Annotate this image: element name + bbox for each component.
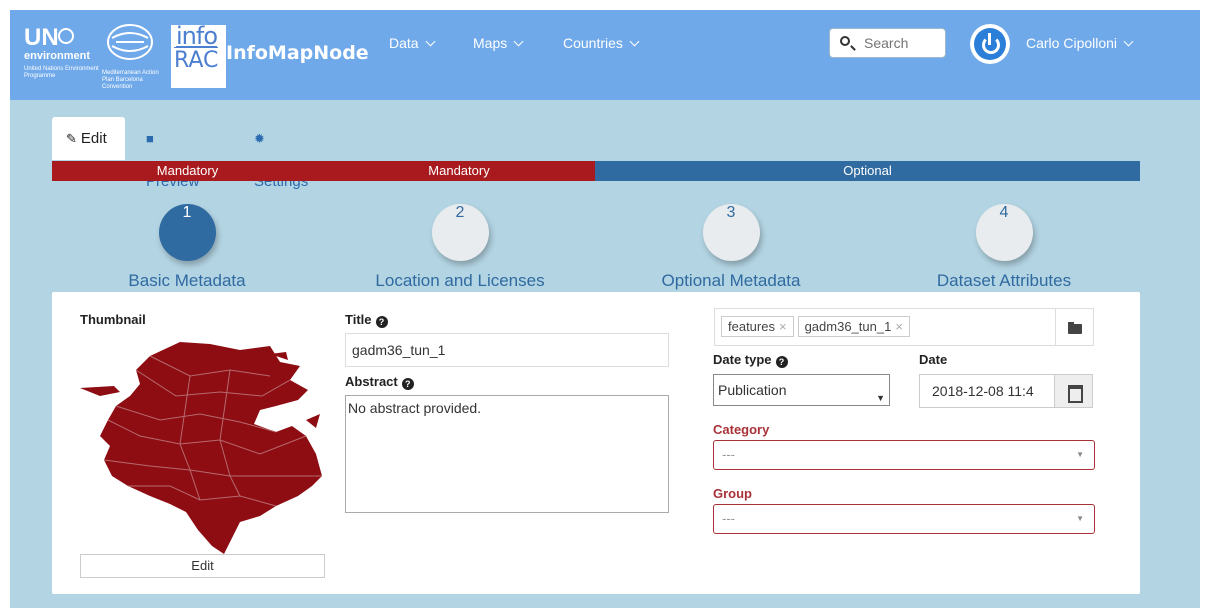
progress-segment-mandatory-1: Mandatory	[52, 161, 323, 181]
date-type-label-text: Date type	[713, 352, 772, 367]
step-location-licenses[interactable]: 2 Location and Licenses	[360, 204, 560, 291]
thumbnail-edit-button[interactable]: Edit	[80, 554, 325, 578]
chevron-down-icon	[1123, 36, 1134, 47]
map-barcelona-logo[interactable]	[104, 22, 156, 62]
abstract-label: Abstract?	[345, 374, 414, 390]
nav-maps[interactable]: Maps	[473, 35, 524, 51]
nav-data-label: Data	[389, 35, 419, 51]
environment-logo-text: environment	[24, 50, 91, 62]
keyword-tag-label: features	[728, 319, 775, 334]
tab-settings[interactable]: ✹Settings	[240, 117, 322, 190]
question-circle-icon[interactable]: ?	[775, 356, 788, 368]
step-number: 3	[702, 204, 760, 261]
tab-edit[interactable]: ✎ Edit	[52, 117, 125, 160]
category-label: Category	[713, 422, 770, 437]
un-logo-subtitle: United Nations Environment Programme	[24, 66, 99, 79]
chevron-down-icon	[629, 36, 640, 47]
pencil-icon: ✎	[66, 131, 77, 146]
un-globe-icon	[58, 28, 74, 44]
info-logo-text: info	[176, 22, 218, 50]
group-placeholder: ---	[722, 511, 735, 526]
step-dataset-attributes[interactable]: 4 Dataset Attributes	[914, 204, 1094, 291]
step-number: 4	[975, 204, 1033, 261]
date-type-value: Publication	[718, 382, 787, 398]
progress-bar: Mandatory Mandatory Optional	[52, 161, 1140, 181]
date-type-label: Date type?	[713, 352, 788, 368]
keywords-input[interactable]: features × gadm36_tun_1 ×	[714, 308, 1056, 346]
camera-icon: ■	[146, 131, 154, 146]
step-label: Location and Licenses	[375, 271, 545, 290]
step-label: Dataset Attributes	[936, 271, 1072, 290]
avatar[interactable]	[970, 24, 1010, 64]
step-label: Optional Metadata	[661, 271, 801, 290]
group-label: Group	[713, 486, 752, 501]
tab-edit-label: Edit	[80, 130, 107, 147]
category-placeholder: ---	[722, 447, 735, 462]
abstract-textarea[interactable]: No abstract provided.	[345, 395, 669, 513]
caret-down-icon: ▼	[1076, 514, 1084, 523]
user-menu[interactable]: Carlo Cipolloni	[1026, 35, 1134, 51]
search-box[interactable]	[829, 28, 946, 58]
step-number: 2	[431, 204, 489, 261]
nav-data[interactable]: Data	[389, 35, 436, 51]
chevron-down-icon	[513, 36, 524, 47]
title-label: Title?	[345, 312, 388, 328]
date-type-select[interactable]: Publication ▼	[713, 374, 890, 406]
thumbnail-label: Thumbnail	[80, 312, 146, 327]
progress-segment-mandatory-2: Mandatory	[323, 161, 595, 181]
group-select[interactable]: --- ▼	[713, 504, 1095, 534]
step-basic-metadata[interactable]: 1 Basic Metadata	[112, 204, 262, 291]
date-input[interactable]: 2018-12-08 11:4	[919, 374, 1055, 408]
question-circle-icon[interactable]: ?	[375, 316, 388, 328]
title-input[interactable]: gadm36_tun_1	[345, 333, 669, 367]
nav-countries[interactable]: Countries	[563, 35, 640, 51]
step-number: 1	[158, 204, 216, 261]
remove-tag-icon[interactable]: ×	[779, 319, 787, 334]
rac-logo-text: RAC	[174, 47, 219, 73]
keyword-tag-label: gadm36_tun_1	[804, 319, 892, 334]
abstract-label-text: Abstract	[345, 374, 398, 389]
inforac-logo[interactable]: info RAC	[171, 22, 226, 88]
metadata-form-panel: Thumbnail Edit Title? gadm36_tun_1 Abstr…	[52, 292, 1140, 594]
nav-maps-label: Maps	[473, 35, 508, 51]
brand-name[interactable]: InfoMapNode	[226, 42, 369, 64]
power-icon	[974, 28, 1006, 60]
search-icon	[840, 36, 850, 46]
user-name-label: Carlo Cipolloni	[1026, 35, 1118, 51]
map-logo-subtitle: Mediterranean Action Plan Barcelona Conv…	[102, 70, 159, 90]
step-optional-metadata[interactable]: 3 Optional Metadata	[646, 204, 816, 291]
calendar-icon[interactable]	[1055, 374, 1093, 408]
caret-down-icon: ▼	[1076, 450, 1084, 459]
date-label: Date	[919, 352, 948, 367]
question-circle-icon[interactable]: ?	[401, 378, 414, 390]
folder-icon[interactable]	[1056, 308, 1094, 346]
step-label: Basic Metadata	[128, 271, 246, 290]
thumbnail-image	[80, 342, 322, 554]
progress-segment-optional: Optional	[595, 161, 1140, 181]
search-input[interactable]	[864, 35, 942, 51]
category-select[interactable]: --- ▼	[713, 440, 1095, 470]
chevron-down-icon	[425, 36, 436, 47]
nav-countries-label: Countries	[563, 35, 623, 51]
caret-down-icon: ▼	[876, 393, 885, 403]
gear-icon: ✹	[254, 131, 265, 146]
keyword-tag[interactable]: gadm36_tun_1 ×	[797, 316, 910, 337]
remove-tag-icon[interactable]: ×	[895, 319, 903, 334]
tab-preview[interactable]: ■Preview	[132, 117, 213, 190]
title-label-text: Title	[345, 312, 372, 327]
keyword-tag[interactable]: features ×	[721, 316, 794, 337]
